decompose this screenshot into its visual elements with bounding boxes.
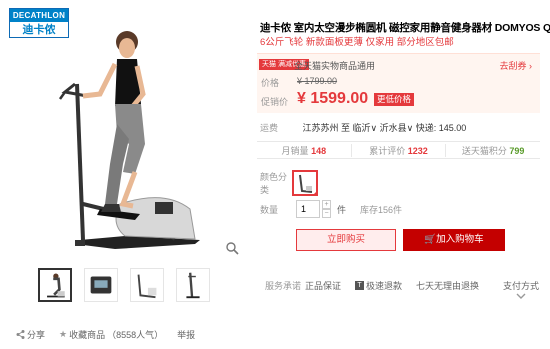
promo-price-label: 促销价	[261, 97, 289, 107]
swatch-thumbnail	[299, 174, 313, 193]
promo-price: ¥ 1599.00	[297, 90, 369, 107]
quantity-stepper: + −	[322, 200, 331, 218]
share-label: 分享	[27, 330, 46, 340]
quantity-unit: 件	[337, 204, 347, 215]
price-label: 价格	[261, 78, 280, 88]
promo-badge: 更低价格	[374, 93, 415, 106]
shipping-row: 运费 江苏苏州 至 临沂∨ 沂水县∨ 快递: 145.00	[260, 121, 466, 134]
price-panel: 天猫 满减优惠 全天猫实物商品通用 去刮券 › 价格 ¥ 1799.00 促销价…	[257, 53, 540, 113]
quantity-label: 数量	[260, 204, 279, 215]
add-to-cart-button[interactable]: 🛒加入购物车	[403, 229, 505, 251]
service-genuine[interactable]: 正品保证	[305, 279, 341, 292]
quantity-row: 数量 + − 件 库存156件	[260, 200, 402, 218]
elliptical-trainer-photo	[58, 31, 200, 249]
shipping-destination[interactable]: 江苏苏州 至 临沂∨ 沂水县∨ 快递: 145.00	[303, 123, 467, 133]
favorite-link[interactable]: ★ 收藏商品 （8558人气）	[59, 328, 163, 341]
logo-text-en: DECATHLON	[10, 9, 68, 22]
stock-count: 库存156件	[360, 204, 403, 215]
stat-label: 累计评价	[369, 145, 406, 156]
service-label: 服务承诺	[265, 281, 302, 291]
color-option-row: 颜色分类	[260, 170, 318, 196]
tmall-icon: T	[355, 281, 365, 290]
stat-label: 月销量	[281, 145, 309, 156]
thumbnail-4[interactable]	[176, 268, 210, 302]
product-title: 迪卡侬 室内太空漫步椭圆机 磁控家用静音健身器材 DOMYOS QC	[260, 22, 550, 34]
stat-value: 799	[509, 145, 525, 156]
thumbnail-3[interactable]	[130, 268, 164, 302]
service-fast-refund[interactable]: T 极速退款	[355, 279, 402, 292]
service-row: 服务承诺 正品保证 T 极速退款 七天无理由退换	[265, 279, 493, 292]
zoom-icon[interactable]	[225, 241, 239, 255]
share-bar: 分享 ★ 收藏商品 （8558人气） 举报	[16, 328, 195, 341]
chevron-right-icon: ›	[526, 61, 532, 71]
coupon-link[interactable]: 去刮券 ›	[499, 59, 532, 72]
stat-label: 送天猫积分	[461, 145, 507, 156]
logo-text-cn: 迪卡侬	[10, 22, 68, 37]
favorite-label: 收藏商品	[69, 330, 106, 340]
stat-value: 148	[311, 145, 327, 156]
thumbnail-2[interactable]	[84, 268, 118, 302]
stat-value: 1232	[407, 145, 428, 156]
thumbnail-strip	[38, 268, 210, 308]
sales-stats: 月销量 148 累计评价 1232 送天猫积分 799	[257, 141, 540, 159]
shipping-label: 运费	[260, 123, 279, 133]
decathlon-logo: DECATHLON 迪卡侬	[9, 8, 69, 38]
thumbnail-1[interactable]	[38, 268, 72, 302]
product-subtitle: 6公斤飞轮 新款面板更薄 仅家用 部分地区包邮	[260, 37, 454, 48]
increment-button[interactable]: +	[322, 200, 331, 209]
share-link[interactable]: 分享	[16, 328, 45, 341]
stat-reviews[interactable]: 累计评价 1232	[352, 143, 447, 157]
service-fast-refund-label: 极速退款	[366, 281, 403, 291]
color-label: 颜色分类	[260, 172, 288, 195]
star-icon: ★	[59, 329, 68, 339]
quantity-input[interactable]	[296, 200, 320, 218]
stat-monthly-sales: 月销量 148	[257, 143, 352, 157]
decrement-button[interactable]: −	[322, 209, 331, 218]
product-main-image[interactable]: DECATHLON 迪卡侬	[5, 4, 243, 259]
share-icon	[16, 330, 25, 339]
original-price: ¥ 1799.00	[297, 76, 338, 86]
report-link[interactable]: 举报	[177, 328, 195, 341]
promo-description: 全天猫实物商品通用	[294, 61, 376, 71]
buy-now-button[interactable]: 立即购买	[296, 229, 396, 251]
service-7day-return[interactable]: 七天无理由退换	[416, 279, 479, 292]
coupon-link-label: 去刮券	[499, 61, 527, 71]
color-swatch-selected[interactable]	[292, 170, 318, 196]
chevron-down-icon[interactable]	[516, 292, 526, 300]
payment-methods-label[interactable]: 支付方式	[503, 279, 539, 292]
popularity-count: （8558人气）	[107, 330, 164, 340]
stat-points: 送天猫积分 799	[446, 144, 540, 157]
